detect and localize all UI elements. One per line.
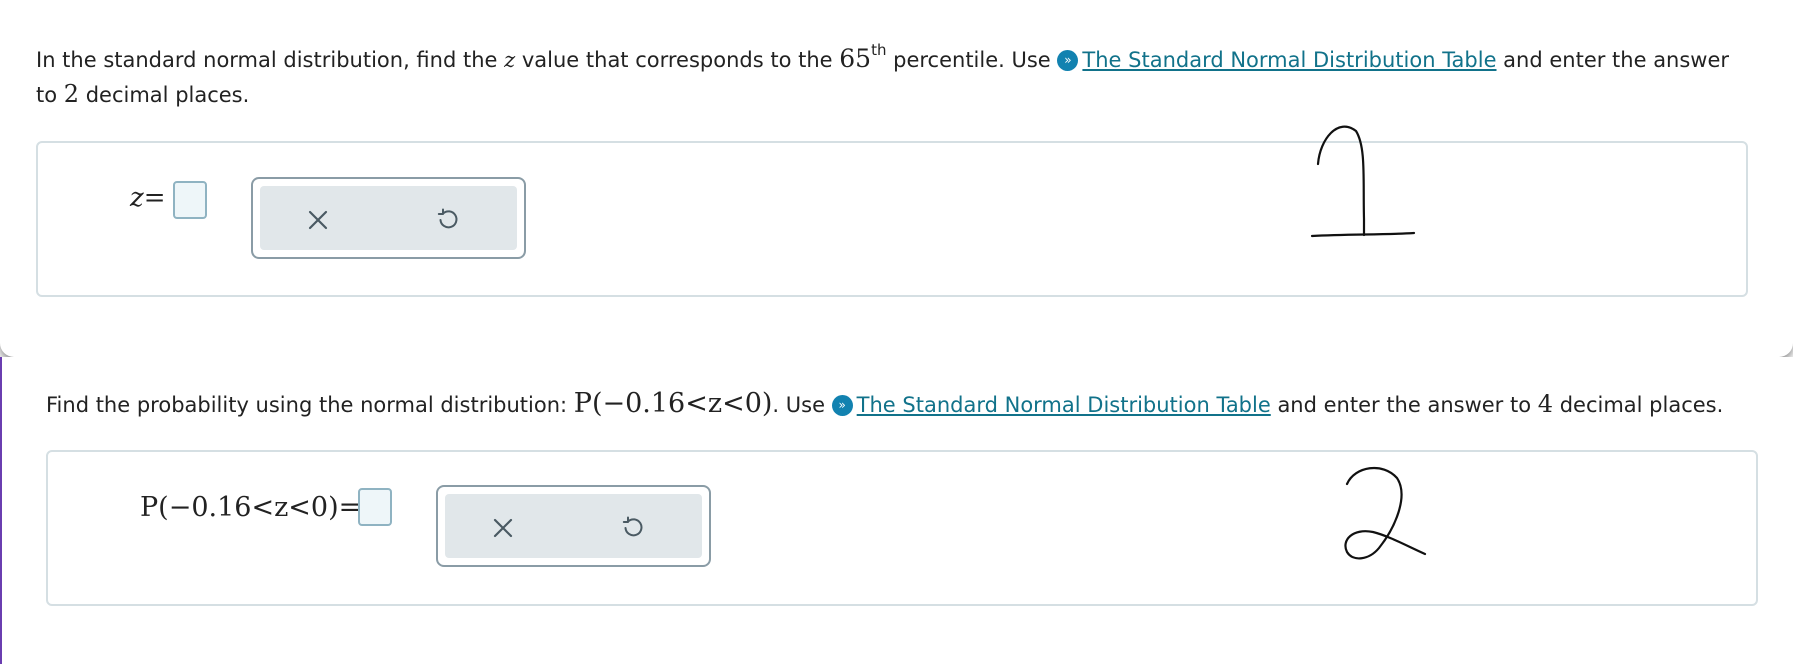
help-icon[interactable]: »	[831, 395, 853, 416]
undo-button[interactable]	[426, 198, 470, 242]
undo-icon	[437, 208, 458, 229]
question-2-prompt: Find the probability using the normal di…	[46, 388, 1724, 419]
clear-button[interactable]	[296, 198, 340, 242]
answer-panel-2: P(−0.16<z<0)=	[46, 450, 1758, 606]
help-icon[interactable]: »	[1057, 50, 1079, 71]
undo-icon	[622, 516, 643, 537]
z-answer-input[interactable]	[173, 181, 207, 219]
question-1-prompt: In the standard normal distribution, fin…	[36, 41, 1730, 73]
answer-panel-1: z=	[36, 125, 1748, 297]
x-icon	[308, 210, 328, 230]
handwritten-2-drawing	[1344, 466, 1427, 560]
question-1-card: In the standard normal distribution, fin…	[0, 0, 1793, 357]
question-1-prompt-line-2: to 2 decimal places.	[36, 80, 250, 108]
undo-button[interactable]	[611, 506, 655, 550]
clear-button[interactable]	[481, 506, 525, 550]
answer-toolbar	[436, 485, 711, 567]
normal-table-link[interactable]: The Standard Normal Distribution Table	[857, 393, 1271, 417]
toolbar-inner	[445, 494, 702, 558]
normal-table-link[interactable]: The Standard Normal Distribution Table	[1082, 48, 1496, 72]
handwritten-1-drawing	[1310, 125, 1416, 238]
x-icon	[493, 518, 513, 538]
question-2-section: Find the probability using the normal di…	[0, 357, 1793, 664]
probability-answer-input[interactable]	[358, 488, 392, 526]
answer-toolbar	[251, 177, 526, 259]
answer-label: P(−0.16<z<0)=	[140, 492, 362, 523]
toolbar-inner	[260, 186, 517, 250]
answer-label: z=	[130, 183, 166, 213]
